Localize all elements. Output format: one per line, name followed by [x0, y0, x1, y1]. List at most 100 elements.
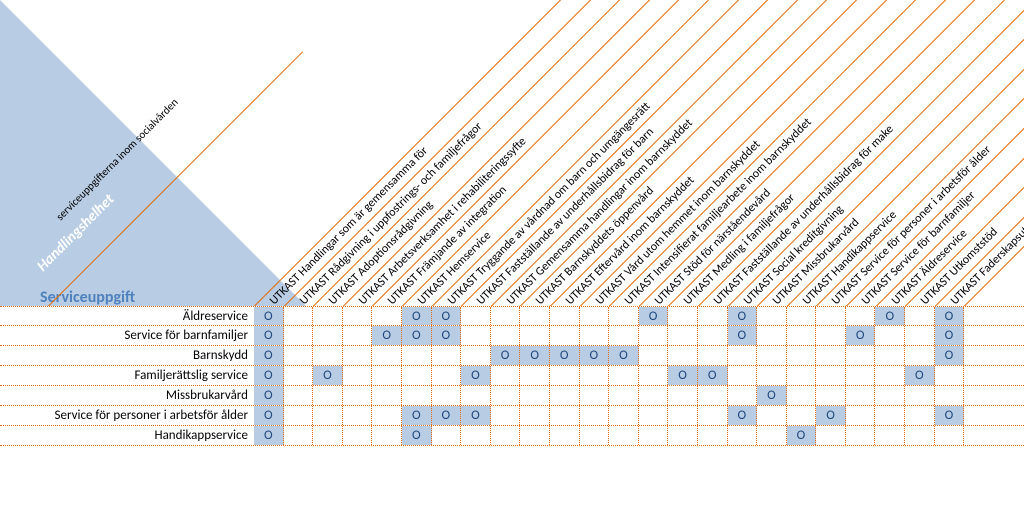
matrix-cell: [668, 307, 698, 325]
matrix-cell: O: [935, 346, 965, 365]
matrix-cell: [609, 326, 639, 345]
row-label: Barnskydd: [0, 346, 254, 365]
matrix-cell: [343, 426, 373, 445]
matrix-cell: O: [728, 406, 758, 425]
matrix-cell: [757, 326, 787, 345]
matrix-cell: [875, 406, 905, 425]
matrix-cell: [550, 366, 580, 385]
matrix-cell: O: [432, 307, 462, 325]
matrix-cell: [580, 386, 610, 405]
matrix-cell: [491, 326, 521, 345]
matrix-cell: O: [254, 406, 284, 425]
matrix-cell: [343, 406, 373, 425]
matrix-cell: [698, 426, 728, 445]
matrix-cell: [698, 386, 728, 405]
matrix-cell: [787, 406, 817, 425]
matrix-cell: [846, 386, 876, 405]
matrix-cell: O: [520, 346, 550, 365]
matrix-cell: [905, 346, 935, 365]
matrix-cell: O: [313, 366, 343, 385]
matrix-cell: O: [491, 346, 521, 365]
matrix-cell: [461, 386, 491, 405]
matrix-cell: [550, 426, 580, 445]
matrix-cell: [580, 326, 610, 345]
matrix-cell: [580, 426, 610, 445]
matrix-cell: [461, 346, 491, 365]
matrix-cell: O: [935, 326, 965, 345]
matrix-cell: [432, 346, 462, 365]
matrix-cell: [372, 386, 402, 405]
matrix-cell: [816, 366, 846, 385]
matrix-cell: O: [402, 426, 432, 445]
matrix-cell: [728, 346, 758, 365]
matrix-cell: [875, 366, 905, 385]
matrix-cell: O: [432, 406, 462, 425]
matrix-cell: O: [787, 426, 817, 445]
matrix-cell: [609, 386, 639, 405]
matrix-cell: [757, 366, 787, 385]
matrix-cell: [639, 406, 669, 425]
matrix-cell: [609, 366, 639, 385]
matrix-cell: [550, 307, 580, 325]
matrix-cell: O: [905, 366, 935, 385]
row-label: Äldreservice: [0, 307, 254, 325]
matrix-cell: [639, 366, 669, 385]
matrix-cell: O: [461, 366, 491, 385]
matrix-cell: [520, 386, 550, 405]
matrix-cell: O: [254, 326, 284, 345]
matrix-cell: [905, 386, 935, 405]
matrix-cell: [343, 346, 373, 365]
matrix-cell: O: [254, 366, 284, 385]
matrix-cell: [875, 346, 905, 365]
matrix-cell: [284, 426, 314, 445]
matrix-cell: [668, 346, 698, 365]
matrix-cell: O: [432, 326, 462, 345]
matrix-cell: [550, 406, 580, 425]
matrix-cell: [520, 307, 550, 325]
matrix-cell: [816, 326, 846, 345]
matrix-cell: [609, 307, 639, 325]
matrix-cell: [905, 326, 935, 345]
matrix-cell: O: [254, 386, 284, 405]
matrix-cell: [816, 307, 846, 325]
matrix-cell: [757, 346, 787, 365]
matrix-cell: [757, 406, 787, 425]
matrix-cell: [728, 366, 758, 385]
matrix-cell: [698, 326, 728, 345]
matrix-cell: [520, 406, 550, 425]
matrix-cell: O: [935, 307, 965, 325]
row-label: Service för personer i arbetsför ålder: [0, 406, 254, 425]
table-row: HandikappserviceOOO: [0, 426, 1024, 446]
table-row: BarnskyddOOOOOOO: [0, 346, 1024, 366]
matrix-cell: [639, 346, 669, 365]
matrix-cell: [372, 366, 402, 385]
matrix-cell: [787, 307, 817, 325]
matrix-cell: [580, 406, 610, 425]
matrix-cell: [757, 307, 787, 325]
matrix-cell: [816, 426, 846, 445]
matrix-cell: [935, 366, 965, 385]
matrix-cell: [520, 326, 550, 345]
matrix-table: ÄldreserviceOOOOOOOService för barnfamil…: [0, 306, 1024, 446]
matrix-cell: [372, 426, 402, 445]
serviceuppgift-label: Serviceuppgift: [40, 288, 135, 306]
matrix-cell: [846, 366, 876, 385]
matrix-cell: O: [580, 346, 610, 365]
matrix-cell: [787, 326, 817, 345]
matrix-cell: [787, 366, 817, 385]
matrix-cell: [698, 307, 728, 325]
matrix-cell: [668, 326, 698, 345]
matrix-cell: [491, 307, 521, 325]
matrix-cell: O: [402, 326, 432, 345]
matrix-cell: [432, 366, 462, 385]
matrix-cell: [905, 406, 935, 425]
matrix-cell: [372, 346, 402, 365]
matrix-cell: O: [254, 346, 284, 365]
matrix-cell: [520, 366, 550, 385]
matrix-cell: [905, 307, 935, 325]
matrix-cell: [284, 307, 314, 325]
matrix-cell: O: [254, 426, 284, 445]
matrix-cell: O: [728, 307, 758, 325]
matrix-cell: [313, 386, 343, 405]
matrix-cell: [432, 426, 462, 445]
